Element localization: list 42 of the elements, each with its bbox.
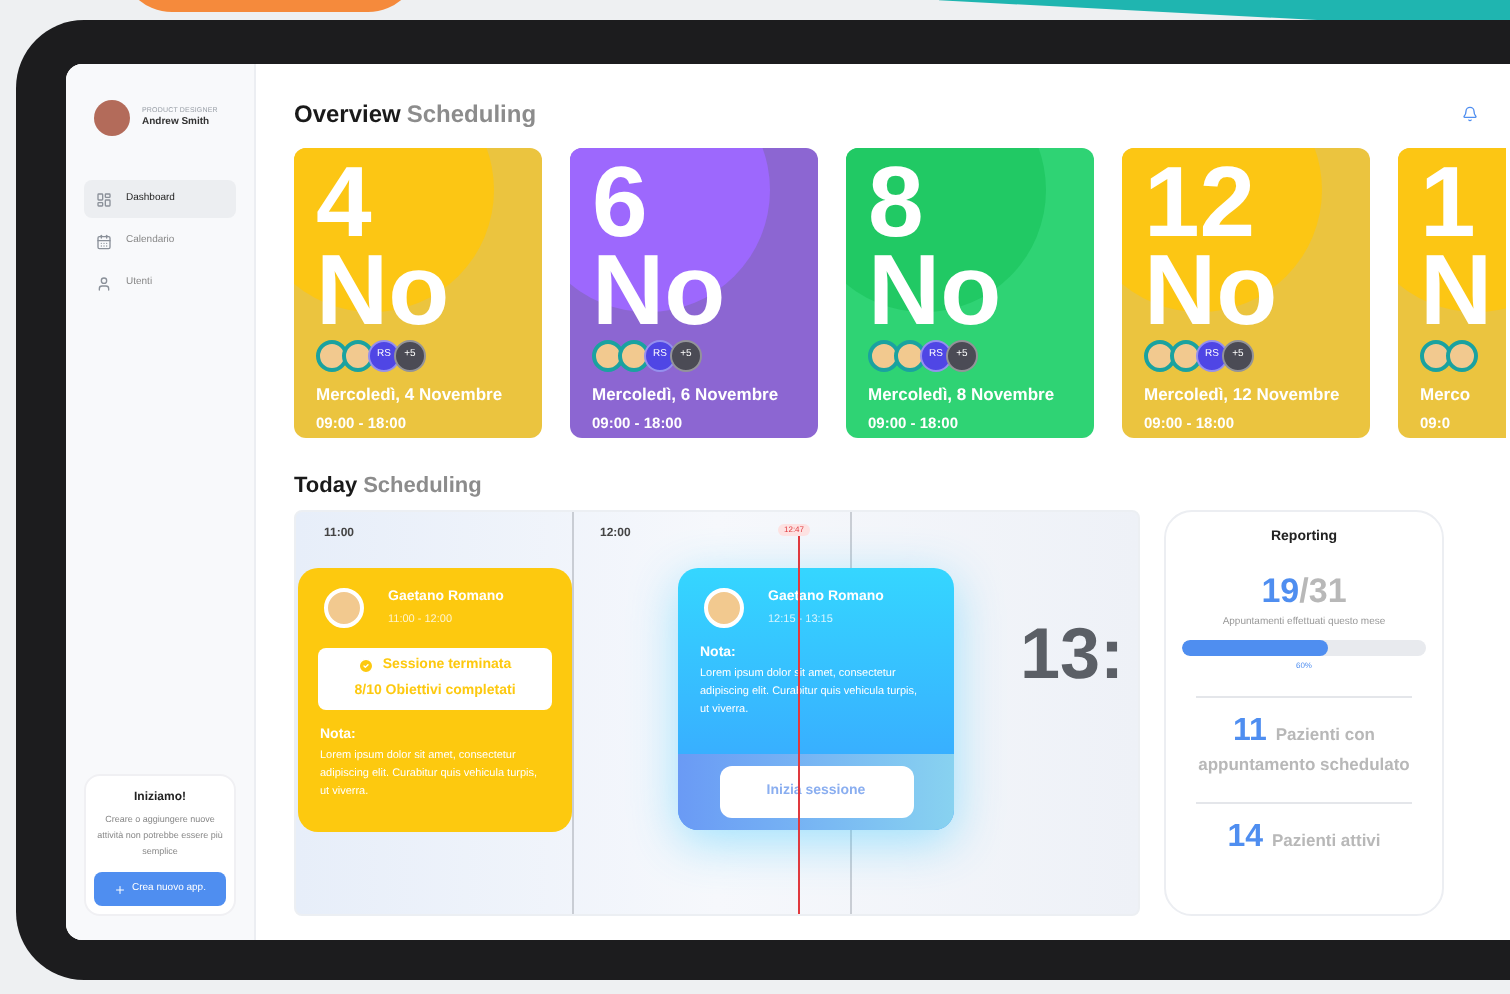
nav-icon — [96, 275, 112, 291]
avatar — [868, 340, 900, 372]
section-subtitle: Scheduling — [363, 471, 482, 502]
card-date: Mercoledì, 12 Novembre — [1144, 382, 1342, 408]
avatar — [1420, 340, 1452, 372]
avatar — [894, 340, 926, 372]
day-number: 8 — [868, 156, 924, 248]
profile-avatar — [94, 100, 130, 136]
avatar — [342, 340, 374, 372]
month-label: No — [1144, 248, 1280, 332]
total-count: /31 — [1299, 569, 1347, 613]
avatar — [316, 340, 348, 372]
next-hour-label: 13: — [1020, 610, 1125, 698]
section-subtitle: Scheduling — [406, 98, 537, 132]
section-title: Overview — [294, 98, 401, 132]
day-number: 6 — [592, 156, 648, 248]
avatar — [592, 340, 624, 372]
month-label: N — [1420, 248, 1495, 332]
card-date: Mercoledì, 8 Novembre — [868, 382, 1057, 408]
stat-text: 11 Pazienti con appuntamento schedulato — [1196, 717, 1412, 777]
plus-icon — [114, 883, 126, 895]
avatar — [1144, 340, 1176, 372]
avatar — [704, 588, 744, 628]
nav-icon — [96, 233, 112, 249]
section-title: Today — [294, 471, 358, 502]
card-date: Merco — [1420, 382, 1473, 408]
day-number: 12 — [1144, 156, 1256, 248]
avatar — [1446, 340, 1478, 372]
month-label: No — [868, 248, 1004, 332]
avatar — [618, 340, 650, 372]
day-number: 4 — [316, 156, 372, 248]
month-label: No — [592, 248, 728, 332]
day-number: 1 — [1420, 156, 1476, 248]
avatar — [1170, 340, 1202, 372]
stat-text: 14 Pazienti attivi — [1225, 823, 1383, 853]
nav-icon — [96, 191, 112, 207]
avatar — [324, 588, 364, 628]
card-date: Mercoledì, 4 Novembre — [316, 382, 505, 408]
notification-bell-icon[interactable] — [1462, 106, 1478, 122]
card-date: Mercoledì, 6 Novembre — [592, 382, 781, 408]
done-count: 19 — [1261, 569, 1300, 613]
month-label: No — [316, 248, 452, 332]
